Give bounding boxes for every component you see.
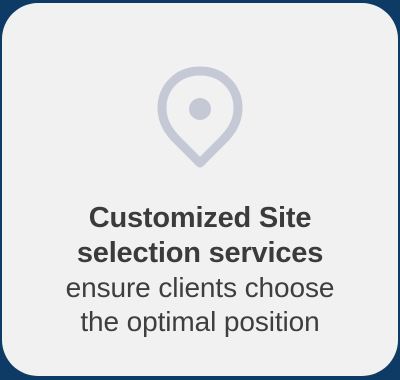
card-description-line-1: ensure clients choose [65,272,335,303]
service-card: Customized Site selection services ensur… [2,3,398,376]
card-description-line-2: the optimal position [80,306,320,337]
card-title-line-2: selection services [76,237,324,269]
card-text: Customized Site selection services ensur… [2,201,398,339]
location-pin-icon [157,66,243,168]
card-title-line-1: Customized Site [88,202,312,234]
icon-container [2,63,398,173]
